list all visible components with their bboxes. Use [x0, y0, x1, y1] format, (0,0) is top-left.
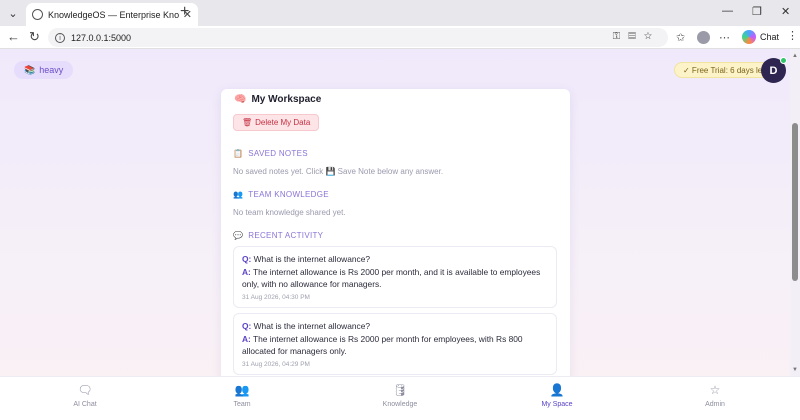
- question-label: Q:: [242, 254, 252, 264]
- answer-text: The internet allowance is Rs 2000 per mo…: [242, 266, 541, 290]
- model-badge[interactable]: 📚 heavy: [14, 61, 74, 79]
- browser-tab[interactable]: KnowledgeOS — Enterprise Knowl ✕: [26, 3, 198, 26]
- scrollbar-thumb[interactable]: [792, 123, 798, 281]
- page-title-text: My Workspace: [251, 94, 322, 105]
- star-icon: ☆: [709, 383, 721, 397]
- chat-bubble-icon: 🗨: [77, 383, 93, 397]
- browser-tab-bar: ⌄ KnowledgeOS — Enterprise Knowl ✕ + — ❐…: [0, 0, 800, 26]
- browser-toolbar: ← ↻ i 127.0.0.1:5000 ⚿▤☆ ✩ ⋯ Chat ⋮: [0, 26, 800, 49]
- tab-title: KnowledgeOS — Enterprise Knowl: [48, 9, 179, 20]
- nav-label: My Space: [541, 401, 573, 408]
- workspace-panel: 🧠 My Workspace 🗑 Delete My Data 📋 SAVED …: [221, 89, 570, 389]
- scroll-down-icon[interactable]: ▼: [792, 367, 798, 373]
- restore-button[interactable]: ❐: [752, 5, 762, 18]
- team-icon: 👥: [233, 190, 244, 199]
- user-avatar[interactable]: D: [761, 57, 787, 83]
- nav-label: Team: [233, 401, 251, 408]
- globe-icon: [32, 9, 43, 20]
- recent-activity-heading-text: RECENT ACTIVITY: [248, 231, 324, 240]
- favorite-star-icon[interactable]: ☆: [644, 31, 660, 42]
- chevron-down-icon: ⌄: [8, 7, 18, 20]
- app-page: 📚 heavy ✓ Free Trial: 6 days left D 🧠 My…: [0, 49, 800, 420]
- question-label: Q:: [242, 321, 252, 331]
- scroll-up-icon[interactable]: ▲: [792, 53, 798, 59]
- back-button[interactable]: ←: [7, 29, 20, 44]
- books-icon: 📚: [24, 64, 36, 75]
- trash-icon: 🗑: [242, 118, 253, 127]
- question-text: What is the internet allowance?: [253, 321, 371, 331]
- reader-icon[interactable]: ▤: [628, 31, 644, 42]
- speech-bubble-icon: 💬: [233, 231, 244, 240]
- delete-data-button[interactable]: 🗑 Delete My Data: [233, 114, 320, 131]
- activity-question: Q: What is the internet allowance?: [242, 253, 548, 266]
- saved-notes-empty: No saved notes yet. Click 💾 Save Note be…: [233, 167, 444, 176]
- bottom-nav: 🗨 AI Chat 👥 Team 🛢 Knowledge 👤 My Space …: [0, 376, 800, 420]
- recent-activity-heading: 💬 RECENT ACTIVITY: [233, 231, 323, 240]
- nav-item-admin[interactable]: ☆ Admin: [675, 383, 755, 408]
- site-info-icon[interactable]: i: [55, 32, 65, 43]
- url-text: 127.0.0.1:5000: [71, 32, 132, 43]
- activity-item[interactable]: Q: What is the internet allowance? A: Th…: [233, 246, 557, 308]
- new-tab-button[interactable]: +: [180, 4, 189, 20]
- user-initial: D: [769, 64, 778, 77]
- answer-label: A:: [242, 333, 251, 344]
- clipboard-icon: 📋: [233, 149, 244, 158]
- more-options-icon[interactable]: ⋯: [719, 31, 730, 44]
- answer-text: The internet allowance is Rs 2000 per mo…: [242, 333, 523, 357]
- person-icon: 👤: [549, 383, 565, 397]
- minimize-button[interactable]: —: [722, 5, 733, 17]
- activity-timestamp: 31 Aug 2026, 04:29 PM: [242, 360, 310, 368]
- saved-notes-heading: 📋 SAVED NOTES: [233, 149, 308, 158]
- activity-item[interactable]: Q: What is the internet allowance? A: Th…: [233, 313, 557, 375]
- nav-label: Knowledge: [382, 401, 418, 408]
- page-title: 🧠 My Workspace: [234, 94, 321, 105]
- users-icon: 👥: [234, 383, 250, 397]
- address-bar-icons: ⚿▤☆: [613, 31, 660, 42]
- activity-timestamp: 31 Aug 2026, 04:30 PM: [242, 293, 310, 301]
- model-label: heavy: [39, 65, 64, 75]
- saved-notes-heading-text: SAVED NOTES: [248, 149, 308, 158]
- online-status-dot: [780, 57, 787, 64]
- nav-label: Admin: [705, 401, 725, 408]
- database-icon: 🛢: [392, 383, 408, 397]
- tab-actions-button[interactable]: ⌄: [3, 3, 23, 23]
- favorites-icon[interactable]: ✩: [676, 31, 685, 44]
- copilot-icon[interactable]: [742, 30, 756, 44]
- profile-avatar[interactable]: [697, 31, 710, 44]
- activity-question: Q: What is the internet allowance?: [242, 320, 548, 333]
- delete-data-label: Delete My Data: [255, 118, 311, 127]
- copilot-chat-label[interactable]: Chat: [760, 32, 779, 42]
- team-knowledge-heading-text: TEAM KNOWLEDGE: [248, 190, 329, 199]
- brain-icon: 🧠: [234, 94, 247, 105]
- address-bar[interactable]: i 127.0.0.1:5000 ⚿▤☆: [48, 28, 668, 47]
- nav-item-ai-chat[interactable]: 🗨 AI Chat: [45, 383, 125, 408]
- nav-item-my-space[interactable]: 👤 My Space: [517, 383, 597, 408]
- key-icon[interactable]: ⚿: [613, 31, 629, 42]
- close-window-button[interactable]: ✕: [781, 5, 790, 18]
- nav-item-team[interactable]: 👥 Team: [202, 383, 282, 408]
- activity-answer: A: The internet allowance is Rs 2000 per…: [242, 266, 548, 291]
- nav-label: AI Chat: [73, 401, 97, 408]
- answer-label: A:: [242, 266, 251, 277]
- team-knowledge-heading: 👥 TEAM KNOWLEDGE: [233, 190, 329, 199]
- team-knowledge-empty: No team knowledge shared yet.: [233, 208, 346, 217]
- page-scrollbar[interactable]: ▲ ▼: [790, 49, 800, 377]
- question-text: What is the internet allowance?: [253, 254, 371, 264]
- nav-item-knowledge[interactable]: 🛢 Knowledge: [360, 383, 440, 408]
- activity-answer: A: The internet allowance is Rs 2000 per…: [242, 333, 548, 358]
- sidebar-more-icon[interactable]: ⋮: [787, 29, 798, 42]
- reload-button[interactable]: ↻: [29, 29, 40, 45]
